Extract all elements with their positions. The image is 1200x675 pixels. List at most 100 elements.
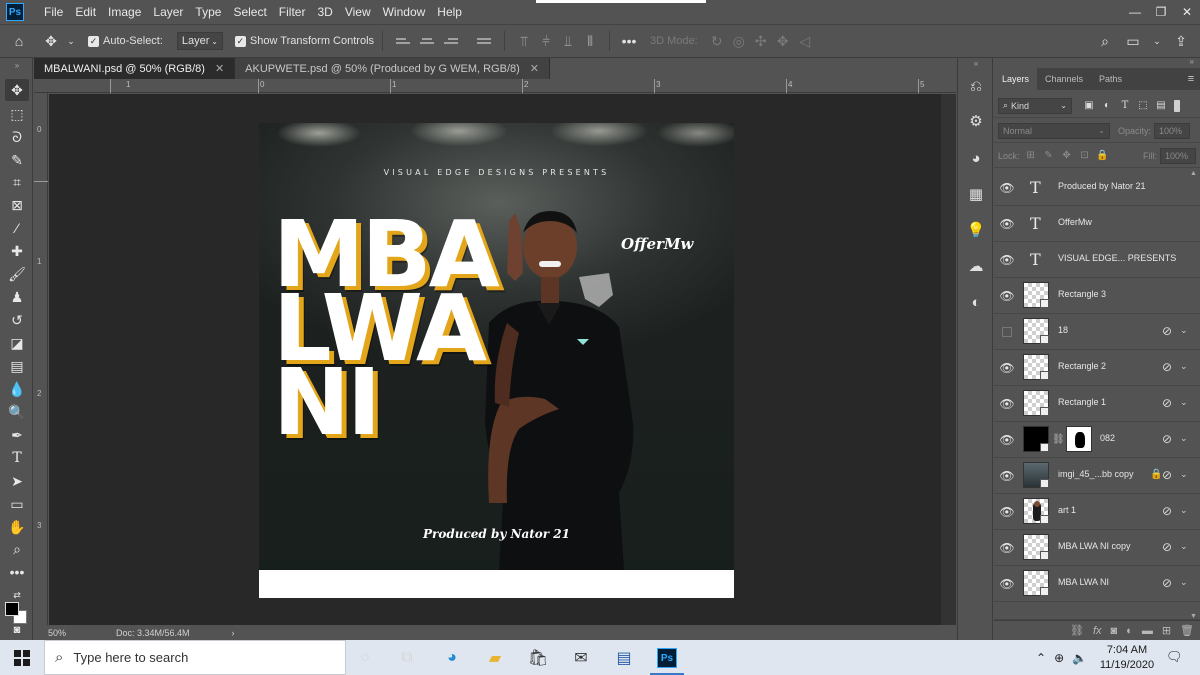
- auto-select-checkbox[interactable]: ✓ Auto-Select:: [88, 35, 163, 47]
- crop-tool-icon[interactable]: ⌗: [5, 171, 29, 193]
- visibility-off-box[interactable]: [1002, 327, 1012, 337]
- layer-row[interactable]: 👁 MBA LWA NI ⊘ ⌄: [994, 566, 1200, 602]
- rectangle-tool-icon[interactable]: ▭: [5, 493, 29, 515]
- layer-effects-icon[interactable]: ⊘: [1162, 396, 1172, 410]
- collapse-arrows-icon[interactable]: »: [5, 60, 29, 70]
- scroll-down-icon[interactable]: ▼: [1190, 613, 1197, 620]
- eye-icon[interactable]: 👁: [999, 181, 1014, 195]
- history-panel-icon[interactable]: ⎌: [965, 75, 987, 97]
- mail-icon[interactable]: ✉: [570, 647, 592, 669]
- layer-row[interactable]: 👁 T VISUAL EDGE... PRESENTS: [994, 242, 1200, 278]
- more-options-icon[interactable]: •••: [618, 33, 640, 49]
- align-center-icon[interactable]: [420, 34, 435, 48]
- adjustment-layer-icon[interactable]: ◐: [1126, 625, 1133, 637]
- align-right-icon[interactable]: [444, 34, 459, 48]
- layer-effects-icon[interactable]: ⊘: [1162, 468, 1172, 482]
- clone-stamp-tool-icon[interactable]: ♟: [5, 286, 29, 308]
- history-brush-tool-icon[interactable]: ↺: [5, 309, 29, 331]
- tab-mbalwani[interactable]: MBALWANI.psd @ 50% (RGB/8) ✕: [34, 58, 236, 79]
- lock-all-icon[interactable]: 🔒: [1096, 149, 1110, 163]
- link-icon[interactable]: ⛓: [1052, 434, 1065, 445]
- menu-file[interactable]: File: [38, 0, 69, 24]
- tool-preset-chevron-icon[interactable]: ⌄: [64, 36, 78, 47]
- color-panel-icon[interactable]: ◕: [965, 147, 987, 169]
- blur-tool-icon[interactable]: 💧: [5, 378, 29, 400]
- photoshop-logo[interactable]: Ps: [6, 3, 24, 21]
- filter-adjustment-icon[interactable]: ◐: [1100, 99, 1114, 113]
- menu-filter[interactable]: Filter: [273, 0, 312, 24]
- fill-input[interactable]: 100%: [1160, 147, 1196, 164]
- layer-row[interactable]: 👁 Rectangle 1 ⊘ ⌄: [994, 386, 1200, 422]
- frame-tool-icon[interactable]: ⊠: [5, 194, 29, 216]
- eraser-tool-icon[interactable]: ◪: [5, 332, 29, 354]
- layer-effects-icon[interactable]: ⊘: [1162, 360, 1172, 374]
- horizontal-ruler[interactable]: 1 0 1 2 3 4 5: [34, 79, 956, 93]
- close-icon[interactable]: ✕: [530, 62, 539, 75]
- move-tool-icon[interactable]: ✥: [5, 79, 29, 101]
- layer-filter-select[interactable]: ⌕ Kind ⌄: [998, 97, 1072, 114]
- chevron-right-icon[interactable]: ›: [232, 628, 235, 638]
- eye-icon[interactable]: 👁: [999, 217, 1014, 231]
- add-mask-icon[interactable]: ◙: [1111, 625, 1118, 637]
- layer-effects-icon[interactable]: ⊘: [1162, 432, 1172, 446]
- minimize-button[interactable]: —: [1122, 0, 1148, 24]
- chevron-down-icon[interactable]: ⌄: [1180, 505, 1188, 516]
- photoshop-taskbar-icon[interactable]: Ps: [656, 647, 678, 669]
- chevron-up-icon[interactable]: ⌃: [1036, 651, 1046, 665]
- home-icon[interactable]: ⌂: [0, 33, 38, 49]
- layer-row-partial[interactable]: [994, 602, 1200, 620]
- brush-tool-icon[interactable]: 🖌: [5, 263, 29, 285]
- share-icon[interactable]: ⇪: [1172, 33, 1190, 50]
- store-icon[interactable]: 🛍: [527, 647, 549, 669]
- fx-icon[interactable]: fx: [1093, 625, 1102, 637]
- adjustments-panel-icon[interactable]: ◐: [965, 291, 987, 313]
- eye-icon[interactable]: 👁: [999, 397, 1014, 411]
- layer-row[interactable]: 👁 T OfferMw: [994, 206, 1200, 242]
- tab-akupwete[interactable]: AKUPWETE.psd @ 50% (Produced by G WEM, R…: [235, 58, 551, 79]
- task-view-icon[interactable]: ⧉: [396, 647, 418, 669]
- eye-icon[interactable]: 👁: [999, 577, 1014, 591]
- cortana-icon[interactable]: ○: [354, 647, 376, 669]
- new-layer-icon[interactable]: ⊞: [1162, 624, 1171, 637]
- chevron-down-icon[interactable]: ⌄: [1152, 36, 1162, 47]
- menu-image[interactable]: Image: [102, 0, 147, 24]
- hand-tool-icon[interactable]: ✋: [5, 516, 29, 538]
- chevron-down-icon[interactable]: ⌄: [1180, 325, 1188, 336]
- filter-toggle[interactable]: [1174, 99, 1180, 112]
- filter-type-icon[interactable]: T: [1118, 99, 1132, 113]
- lock-transparent-icon[interactable]: ⊞: [1024, 149, 1038, 163]
- show-transform-checkbox[interactable]: ✓ Show Transform Controls: [234, 35, 374, 47]
- filter-smart-object-icon[interactable]: ▤: [1154, 99, 1168, 113]
- panel-menu-icon[interactable]: ≡: [1182, 68, 1200, 90]
- quick-select-tool-icon[interactable]: ✎: [5, 149, 29, 171]
- menu-3d[interactable]: 3D: [311, 0, 338, 24]
- eye-icon[interactable]: 👁: [999, 541, 1014, 555]
- collapse-arrows-icon[interactable]: «: [965, 58, 987, 68]
- tab-channels[interactable]: Channels: [1037, 68, 1091, 90]
- edit-toolbar-icon[interactable]: •••: [5, 561, 29, 583]
- eye-icon[interactable]: 👁: [999, 253, 1014, 267]
- layer-effects-icon[interactable]: ⊘: [1162, 540, 1172, 554]
- taskbar-clock[interactable]: 7:04 AM 11/19/2020: [1098, 643, 1156, 673]
- gradient-tool-icon[interactable]: ▤: [5, 355, 29, 377]
- eyedropper-tool-icon[interactable]: ⁄: [5, 217, 29, 239]
- link-layers-icon[interactable]: ⛓: [1070, 624, 1084, 637]
- delete-layer-icon[interactable]: 🗑: [1180, 624, 1194, 637]
- properties-panel-icon[interactable]: ⚙: [965, 110, 987, 132]
- align-top-icon[interactable]: ⫪: [513, 33, 535, 50]
- layer-effects-icon[interactable]: ⊘: [1162, 576, 1172, 590]
- 3d-roll-icon[interactable]: ◎: [728, 33, 750, 50]
- layer-effects-icon[interactable]: ⊘: [1162, 324, 1172, 338]
- eye-icon[interactable]: 👁: [999, 361, 1014, 375]
- canvas-scrollbar[interactable]: [941, 94, 956, 625]
- layers-scrollbar[interactable]: ▲ ▼: [1188, 170, 1200, 620]
- swatches-panel-icon[interactable]: ▦: [965, 183, 987, 205]
- layer-row[interactable]: 18 ⊘ ⌄: [994, 314, 1200, 350]
- libraries-panel-icon[interactable]: ☁: [965, 255, 987, 277]
- menu-layer[interactable]: Layer: [147, 0, 189, 24]
- taskbar-search-box[interactable]: ⌕ Type here to search: [44, 640, 346, 675]
- 3d-pan-icon[interactable]: ✣: [750, 33, 772, 50]
- file-explorer-icon[interactable]: ▰: [484, 647, 506, 669]
- blend-mode-select[interactable]: Normal ⌄: [998, 122, 1110, 139]
- eye-icon[interactable]: 👁: [999, 433, 1014, 447]
